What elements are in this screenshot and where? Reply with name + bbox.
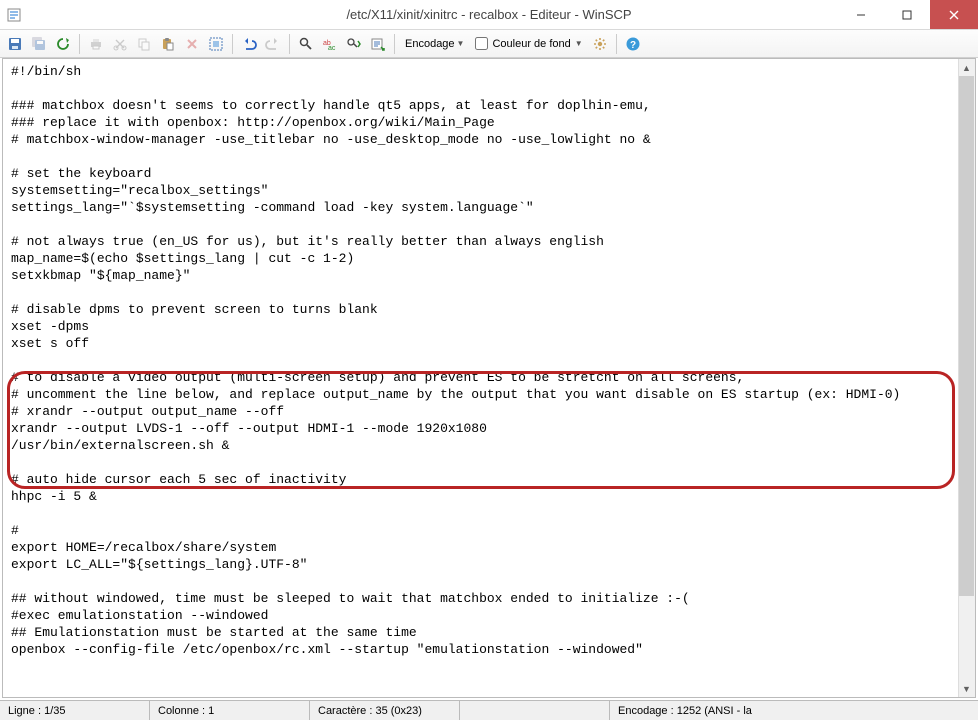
toolbar: abac Encodage▼ Couleur de fond ▼ ? — [0, 30, 978, 58]
cut-button[interactable] — [109, 33, 131, 55]
status-spacer — [460, 701, 610, 720]
bgcolor-label: Couleur de fond — [492, 38, 570, 50]
redo-button[interactable] — [262, 33, 284, 55]
encoding-label: Encodage — [405, 38, 455, 50]
undo-button[interactable] — [238, 33, 260, 55]
save-all-button[interactable] — [28, 33, 50, 55]
toolbar-separator — [79, 34, 80, 54]
vertical-scrollbar[interactable]: ▲ ▼ — [958, 59, 975, 697]
find-button[interactable] — [295, 33, 317, 55]
window-title: /etc/X11/xinit/xinitrc - recalbox - Edit… — [0, 7, 978, 22]
chevron-down-icon: ▼ — [457, 39, 465, 48]
toolbar-separator — [232, 34, 233, 54]
copy-button[interactable] — [133, 33, 155, 55]
status-line: Ligne : 1/35 — [0, 701, 150, 720]
save-button[interactable] — [4, 33, 26, 55]
editor-viewport: #!/bin/sh ### matchbox doesn't seems to … — [3, 59, 975, 697]
minimize-button[interactable] — [838, 0, 884, 29]
window-titlebar: /etc/X11/xinit/xinitrc - recalbox - Edit… — [0, 0, 978, 30]
help-button[interactable]: ? — [622, 33, 644, 55]
print-button[interactable] — [85, 33, 107, 55]
settings-button[interactable] — [589, 33, 611, 55]
bgcolor-checkbox[interactable] — [475, 37, 488, 50]
bgcolor-toggle[interactable]: Couleur de fond ▼ — [471, 37, 586, 50]
svg-text:?: ? — [630, 40, 636, 51]
svg-text:ac: ac — [328, 45, 336, 52]
scrollbar-thumb[interactable] — [959, 76, 974, 596]
goto-button[interactable] — [367, 33, 389, 55]
status-encoding: Encodage : 1252 (ANSI - la — [610, 701, 978, 720]
chevron-down-icon: ▼ — [575, 39, 583, 48]
delete-button[interactable] — [181, 33, 203, 55]
encoding-dropdown[interactable]: Encodage▼ — [400, 33, 469, 55]
toolbar-separator — [616, 34, 617, 54]
status-column: Colonne : 1 — [150, 701, 310, 720]
editor-container: #!/bin/sh ### matchbox doesn't seems to … — [2, 58, 976, 698]
window-controls — [838, 0, 978, 29]
select-all-button[interactable] — [205, 33, 227, 55]
toolbar-separator — [289, 34, 290, 54]
toolbar-separator — [394, 34, 395, 54]
statusbar: Ligne : 1/35 Colonne : 1 Caractère : 35 … — [0, 700, 978, 720]
close-button[interactable] — [930, 0, 978, 29]
scroll-up-arrow-icon[interactable]: ▲ — [959, 59, 974, 76]
app-icon — [0, 7, 28, 23]
status-char: Caractère : 35 (0x23) — [310, 701, 460, 720]
find-next-button[interactable] — [343, 33, 365, 55]
editor-text[interactable]: #!/bin/sh ### matchbox doesn't seems to … — [3, 59, 975, 662]
replace-button[interactable]: abac — [319, 33, 341, 55]
scroll-down-arrow-icon[interactable]: ▼ — [959, 680, 974, 697]
paste-button[interactable] — [157, 33, 179, 55]
reload-button[interactable] — [52, 33, 74, 55]
maximize-button[interactable] — [884, 0, 930, 29]
